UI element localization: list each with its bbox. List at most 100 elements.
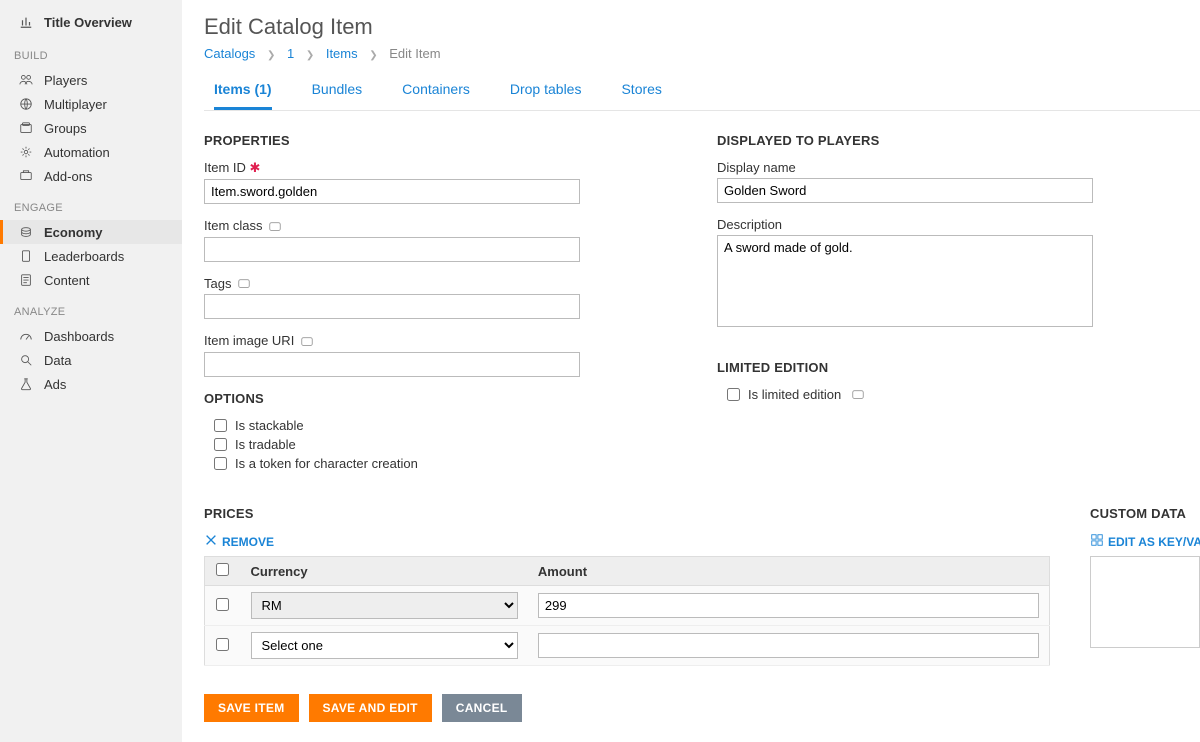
chevron-right-icon: ❯ xyxy=(267,50,275,61)
item-class-input[interactable] xyxy=(204,237,580,262)
economy-icon xyxy=(18,225,34,239)
tags-input[interactable] xyxy=(204,294,580,319)
section-displayed: DISPLAYED TO PLAYERS xyxy=(717,133,1190,148)
sidebar-item-label: Dashboards xyxy=(44,329,114,344)
info-icon xyxy=(300,335,314,349)
globe-icon xyxy=(18,97,34,111)
gauge-icon xyxy=(18,329,34,343)
chart-icon xyxy=(18,15,34,29)
image-uri-input[interactable] xyxy=(204,352,580,377)
section-limited: LIMITED EDITION xyxy=(717,360,1190,375)
tab-drop-tables[interactable]: Drop tables xyxy=(510,75,582,110)
sidebar-item-label: Automation xyxy=(44,145,110,160)
info-icon xyxy=(237,277,251,291)
sidebar-group-build: BUILD xyxy=(0,36,182,68)
sidebar-group-engage: ENGAGE xyxy=(0,188,182,220)
sidebar-item-label: Economy xyxy=(44,225,103,240)
search-icon xyxy=(18,353,34,367)
sidebar-item-label: Groups xyxy=(44,121,87,136)
sidebar-item-players[interactable]: Players xyxy=(0,68,182,92)
price-checkbox-all[interactable] xyxy=(216,563,229,576)
currency-select[interactable]: Select one xyxy=(251,632,518,659)
content-icon xyxy=(18,273,34,287)
price-row: RM xyxy=(205,586,1050,626)
sidebar-item-label: Ads xyxy=(44,377,66,392)
sidebar-item-automation[interactable]: Automation xyxy=(0,140,182,164)
prices-header-amount: Amount xyxy=(528,557,1050,586)
sidebar-item-label: Players xyxy=(44,73,87,88)
price-row-checkbox[interactable] xyxy=(216,598,229,611)
sidebar-item-dashboards[interactable]: Dashboards xyxy=(0,324,182,348)
breadcrumb: Catalogs ❯ 1 ❯ Items ❯ Edit Item xyxy=(204,46,1200,61)
tab-stores[interactable]: Stores xyxy=(621,75,661,110)
tab-bundles[interactable]: Bundles xyxy=(312,75,363,110)
checkbox-limited[interactable] xyxy=(727,388,740,401)
remove-price-link[interactable]: REMOVE xyxy=(204,533,274,550)
checkbox-stackable[interactable] xyxy=(214,419,227,432)
section-custom-data: CUSTOM DATA xyxy=(1090,506,1200,521)
sidebar-item-addons[interactable]: Add-ons xyxy=(0,164,182,188)
players-icon xyxy=(18,73,34,87)
sidebar-title-overview[interactable]: Title Overview xyxy=(0,8,182,36)
addons-icon xyxy=(18,169,34,183)
label-tradable: Is tradable xyxy=(235,437,296,452)
prices-header-currency: Currency xyxy=(241,557,528,586)
sidebar-item-ads[interactable]: Ads xyxy=(0,372,182,396)
flask-icon xyxy=(18,377,34,391)
sidebar-item-data[interactable]: Data xyxy=(0,348,182,372)
save-item-button[interactable]: SAVE ITEM xyxy=(204,694,299,722)
sidebar-item-label: Content xyxy=(44,273,90,288)
custom-data-box[interactable] xyxy=(1090,556,1200,648)
checkbox-tradable[interactable] xyxy=(214,438,227,451)
edit-kv-link[interactable]: EDIT AS KEY/VA xyxy=(1090,533,1200,550)
section-options: OPTIONS xyxy=(204,391,677,406)
sidebar-group-analyze: ANALYZE xyxy=(0,292,182,324)
description-input[interactable]: A sword made of gold. xyxy=(717,235,1093,327)
checkbox-token[interactable] xyxy=(214,457,227,470)
item-id-input[interactable] xyxy=(204,179,580,204)
sidebar-item-label: Multiplayer xyxy=(44,97,107,112)
display-name-input[interactable] xyxy=(717,178,1093,203)
currency-select[interactable]: RM xyxy=(251,592,518,619)
page-title: Edit Catalog Item xyxy=(204,14,1200,40)
tab-containers[interactable]: Containers xyxy=(402,75,470,110)
grid-icon xyxy=(1090,533,1104,550)
info-icon xyxy=(268,220,282,234)
label-stackable: Is stackable xyxy=(235,418,304,433)
price-row: Select one xyxy=(205,626,1050,666)
breadcrumb-items[interactable]: Items xyxy=(326,46,358,61)
display-name-label: Display name xyxy=(717,160,1190,175)
leaderboard-icon xyxy=(18,249,34,263)
chevron-right-icon: ❯ xyxy=(369,50,377,61)
sidebar-item-label: Leaderboards xyxy=(44,249,124,264)
prices-table: Currency Amount RM xyxy=(204,556,1050,666)
section-prices: PRICES xyxy=(204,506,1050,521)
breadcrumb-catalogs[interactable]: Catalogs xyxy=(204,46,255,61)
chevron-right-icon: ❯ xyxy=(306,50,314,61)
automation-icon xyxy=(18,145,34,159)
section-properties: PROPERTIES xyxy=(204,133,677,148)
sidebar-title-label: Title Overview xyxy=(44,15,132,30)
amount-input[interactable] xyxy=(538,633,1039,658)
sidebar-item-multiplayer[interactable]: Multiplayer xyxy=(0,92,182,116)
breadcrumb-one[interactable]: 1 xyxy=(287,46,294,61)
label-token: Is a token for character creation xyxy=(235,456,418,471)
tab-items[interactable]: Items (1) xyxy=(214,75,272,110)
amount-input[interactable] xyxy=(538,593,1039,618)
cancel-button[interactable]: CANCEL xyxy=(442,694,522,722)
description-label: Description xyxy=(717,217,1190,232)
sidebar-item-label: Add-ons xyxy=(44,169,92,184)
folder-icon xyxy=(18,121,34,135)
tags-label: Tags xyxy=(204,276,677,292)
info-icon xyxy=(851,388,865,402)
item-id-label: Item ID ✱ xyxy=(204,160,677,176)
breadcrumb-current: Edit Item xyxy=(389,46,440,61)
sidebar-item-leaderboards[interactable]: Leaderboards xyxy=(0,244,182,268)
sidebar-item-economy[interactable]: Economy xyxy=(0,220,182,244)
label-limited: Is limited edition xyxy=(748,387,841,402)
price-row-checkbox[interactable] xyxy=(216,638,229,651)
save-and-edit-button[interactable]: SAVE AND EDIT xyxy=(309,694,432,722)
sidebar-item-groups[interactable]: Groups xyxy=(0,116,182,140)
sidebar-item-content[interactable]: Content xyxy=(0,268,182,292)
item-class-label: Item class xyxy=(204,218,677,234)
